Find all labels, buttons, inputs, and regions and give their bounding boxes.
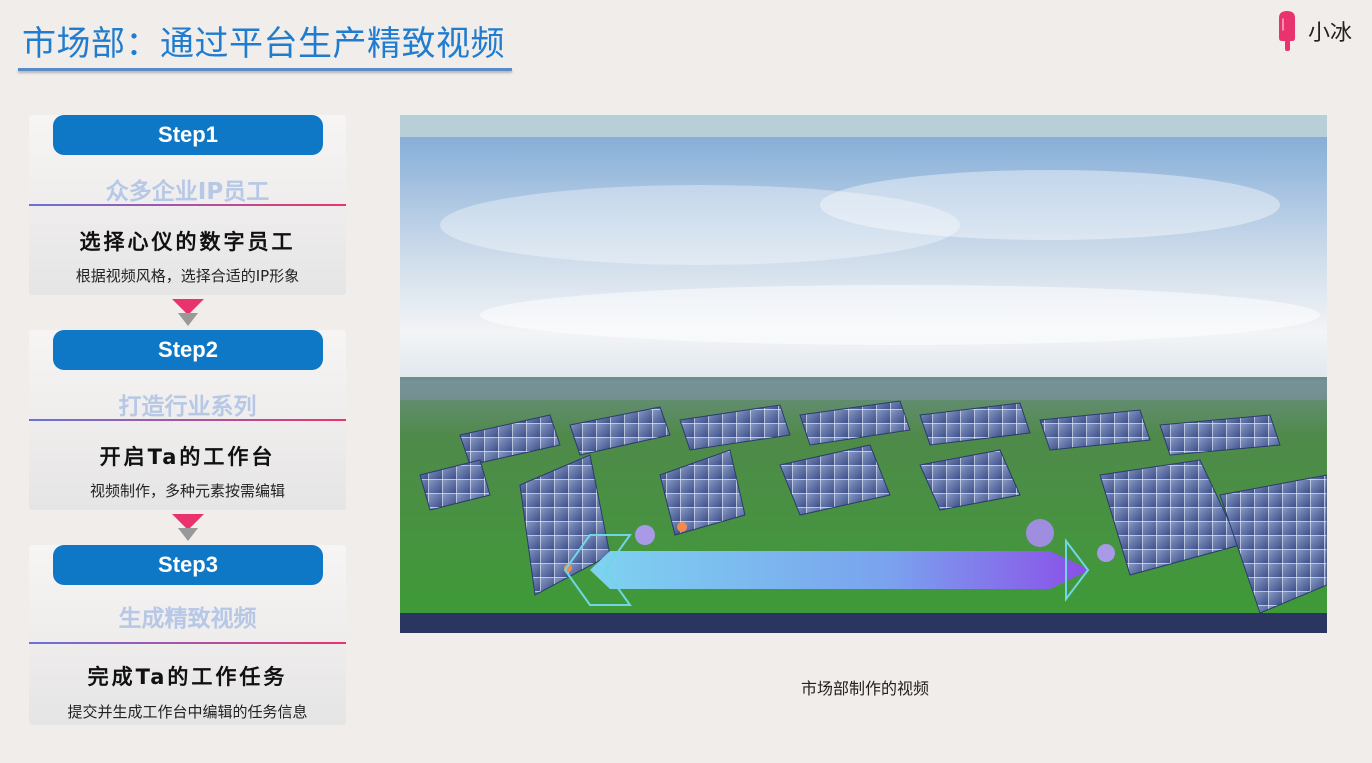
- step-heading-3: 完成Ta的工作任务: [87, 665, 288, 689]
- step-card-2: Step2 打造行业系列 开启Ta的工作台 视频制作，多种元素按需编辑: [29, 330, 346, 510]
- step-subtitle-2: 打造行业系列: [118, 394, 257, 420]
- step-subtitle-3: 生成精致视频: [118, 606, 257, 632]
- step-divider-3: [29, 642, 346, 644]
- step-description-2: 视频制作，多种元素按需编辑: [89, 482, 285, 500]
- video-caption: 市场部制作的视频: [800, 679, 929, 698]
- down-arrow-icon: [172, 299, 204, 326]
- down-arrow-icon: [172, 514, 204, 541]
- step-divider-2: [29, 419, 346, 421]
- brand: 小冰: [1276, 10, 1352, 52]
- page-title: 市场部：通过平台生产精致视频: [22, 24, 505, 64]
- step-card-1: Step1 众多企业IP员工 选择心仪的数字员工 根据视频风格，选择合适的IP形…: [29, 115, 346, 295]
- title-underline: [18, 68, 512, 71]
- step-pill-3: Step3: [53, 545, 323, 585]
- step-description-3: 提交并生成工作台中编辑的任务信息: [67, 703, 308, 721]
- step-subtitle-1: 众多企业IP员工: [105, 179, 270, 205]
- step-pill-2: Step2: [53, 330, 323, 370]
- step-divider-1: [29, 204, 346, 206]
- step-heading-2: 开启Ta的工作台: [99, 445, 276, 469]
- step-pill-1: Step1: [53, 115, 323, 155]
- step-card-3: Step3 生成精致视频 完成Ta的工作任务 提交并生成工作台中编辑的任务信息: [29, 545, 346, 725]
- video-player[interactable]: [400, 115, 1327, 633]
- step-description-1: 根据视频风格，选择合适的IP形象: [75, 267, 300, 285]
- popsicle-logo-icon: [1278, 11, 1295, 51]
- solar-farm-video-frame: [400, 115, 1327, 633]
- brand-name: 小冰: [1307, 21, 1352, 46]
- step-heading-1: 选择心仪的数字员工: [79, 230, 296, 254]
